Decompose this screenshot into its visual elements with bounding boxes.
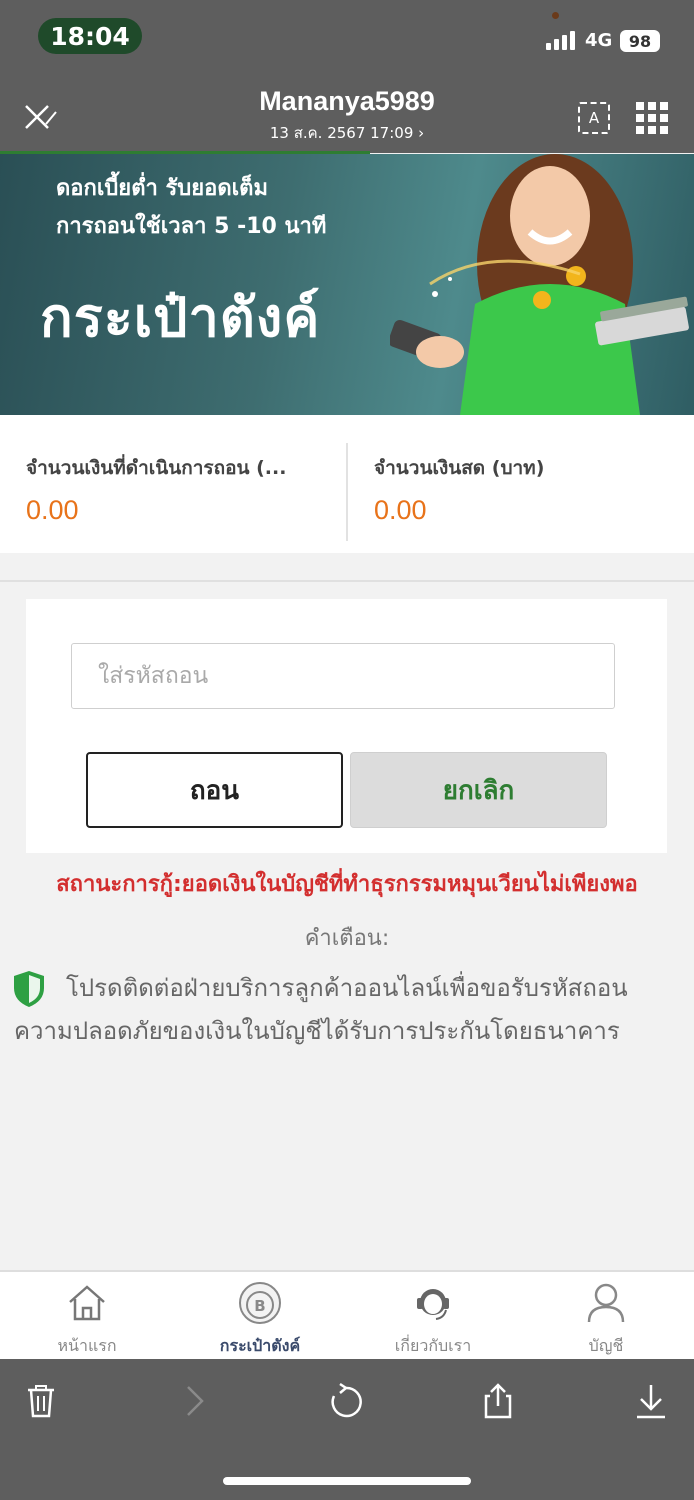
nav-label-wallet: กระเป๋าตังค์ bbox=[219, 1336, 301, 1355]
shield-check-icon bbox=[14, 971, 44, 1007]
support-agent-icon bbox=[417, 1289, 449, 1320]
nav-label-home: หน้าแรก bbox=[57, 1336, 117, 1355]
home-icon bbox=[69, 1285, 105, 1321]
divider bbox=[0, 580, 694, 582]
page-title: Mananya5989 bbox=[259, 86, 435, 116]
cash-amount: จำนวนเงินสด (บาท) 0.00 bbox=[374, 453, 674, 526]
cash-amount-label: จำนวนเงินสด (บาท) bbox=[374, 457, 545, 479]
page-subtitle[interactable]: 13 ส.ค. 2567 17:09 › bbox=[160, 121, 534, 145]
withdraw-button[interactable]: ถอน bbox=[86, 752, 343, 828]
share-button[interactable] bbox=[477, 1379, 519, 1423]
nav-item-wallet[interactable]: B กระเป๋าตังค์ bbox=[185, 1280, 335, 1359]
page-title-block[interactable]: Mananya5989 13 ส.ค. 2567 17:09 › bbox=[160, 86, 534, 145]
translate-button[interactable]: A bbox=[578, 102, 610, 134]
status-time: 18:04 bbox=[38, 18, 142, 54]
withdrawing-amount-value: 0.00 bbox=[26, 495, 79, 525]
notice-contact-support: โปรดติดต่อฝ่ายบริการลูกค้าออนไลน์เพื่อขอ… bbox=[66, 974, 628, 1002]
download-icon bbox=[637, 1385, 665, 1419]
loan-status-message: สถานะการกู้:ยอดเงินในบัญชีที่ทำธุรกรรมหม… bbox=[56, 872, 638, 897]
privacy-indicator-icon bbox=[552, 12, 559, 19]
cancel-button[interactable]: ยกเลิก bbox=[350, 752, 607, 828]
share-icon bbox=[484, 1383, 512, 1419]
battery-icon: 98 bbox=[620, 30, 660, 52]
nav-item-about[interactable]: เกี่ยวกับเรา bbox=[358, 1280, 508, 1359]
forward-button[interactable] bbox=[172, 1379, 214, 1423]
warning-title: คำเตือน: bbox=[304, 926, 390, 951]
network-type: 4G bbox=[585, 30, 613, 51]
forward-icon bbox=[187, 1386, 204, 1416]
home-indicator[interactable] bbox=[223, 1477, 471, 1485]
wallet-coin-icon: B bbox=[239, 1282, 281, 1324]
signal-icon bbox=[546, 31, 575, 50]
woman-with-phone-image bbox=[390, 154, 689, 415]
bottom-navigation: หน้าแรก B กระเป๋าตังค์ เกี่ยวกับเรา บัญช… bbox=[0, 1270, 694, 1359]
trash-icon bbox=[28, 1385, 54, 1418]
grid-icon bbox=[636, 102, 644, 110]
balance-panel: จำนวนเงินที่ดำเนินการถอน (... 0.00 จำนวน… bbox=[0, 415, 694, 553]
delete-button[interactable] bbox=[20, 1379, 62, 1423]
browser-header: 18:04 4G 98 Mananya5989 13 ส.ค. 2567 17:… bbox=[0, 0, 694, 154]
translate-icon: A bbox=[588, 109, 600, 127]
close-button[interactable] bbox=[20, 100, 60, 136]
nav-label-about: เกี่ยวกับเรา bbox=[394, 1336, 472, 1355]
svg-text:B: B bbox=[254, 1297, 265, 1315]
banner-title: กระเป๋าตังค์ bbox=[40, 286, 321, 349]
download-button[interactable] bbox=[630, 1379, 672, 1423]
menu-grid-button[interactable] bbox=[636, 102, 668, 134]
withdraw-code-input[interactable] bbox=[71, 643, 615, 709]
battery-level: 98 bbox=[628, 31, 652, 51]
notice-bank-guarantee: ความปลอดภัยของเงินในบัญชีได้รับการประกัน… bbox=[14, 1017, 620, 1045]
promo-banner: ดอกเบี้ยต่ำ รับยอดเต็ม การถอนใช้เวลา 5 -… bbox=[0, 154, 694, 415]
banner-line2: การถอนใช้เวลา 5 -10 นาที bbox=[56, 214, 327, 239]
withdraw-form: ถอน ยกเลิก bbox=[26, 599, 667, 853]
nav-label-account: บัญชี bbox=[588, 1336, 624, 1355]
user-icon bbox=[587, 1283, 625, 1323]
refresh-icon bbox=[331, 1382, 362, 1418]
withdrawing-amount: จำนวนเงินที่ดำเนินการถอน (... 0.00 bbox=[26, 453, 336, 526]
divider bbox=[346, 443, 348, 541]
nav-item-home[interactable]: หน้าแรก bbox=[12, 1280, 162, 1359]
withdrawing-amount-label: จำนวนเงินที่ดำเนินการถอน (... bbox=[26, 457, 287, 479]
cash-amount-value: 0.00 bbox=[374, 495, 427, 525]
refresh-button[interactable] bbox=[325, 1379, 367, 1423]
close-icon bbox=[25, 105, 57, 129]
nav-item-account[interactable]: บัญชี bbox=[531, 1280, 681, 1359]
banner-line1: ดอกเบี้ยต่ำ รับยอดเต็ม bbox=[56, 176, 268, 201]
